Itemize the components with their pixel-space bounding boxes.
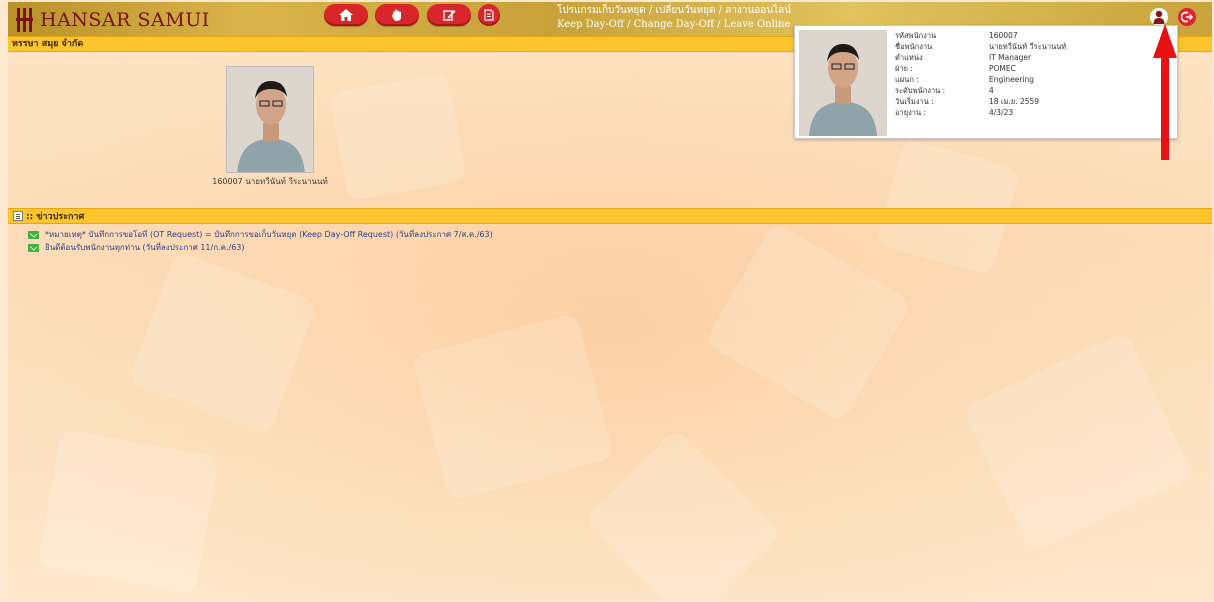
news-list: *หมายเหตุ* บันทึกการขอโอที (OT Request) … [28,228,493,254]
profile-label: ชื่อพนักงาน [895,42,933,51]
mail-icon [28,230,39,239]
profile-value: นายทวีนันท์ วีระนานนท์ [989,42,1067,51]
logo-text: HANSAR SAMUI [40,9,210,31]
profile-label: ฝ่าย : [895,64,913,73]
page: HANSAR SAMUI โปรแกรมเก็บวันหยุด / เปลี่ย… [8,2,1212,600]
nav-report-button[interactable] [478,4,500,26]
profile-row-employee-id: รหัสพนักงาน 160007 [895,30,1066,41]
document-icon [484,9,494,21]
profile-row-start-date: วันเริ่มงาน : 18 เม.ย. 2559 [895,96,1066,107]
profile-label: แผนก : [895,75,919,84]
employee-photo [226,66,314,173]
news-item-text[interactable]: *หมายเหตุ* บันทึกการขอโอที (OT Request) … [45,228,493,241]
news-header: :: ข่าวประกาศ [8,208,1212,224]
profile-label: อายุงาน : [895,108,927,117]
profile-value: 4/3/23 [989,108,1014,117]
nav-home-button[interactable] [324,4,368,26]
employee-caption: 160007 นายทวีนันท์ วีระนานนท์ [212,177,328,186]
profile-details: รหัสพนักงาน 160007 ชื่อพนักงาน นายทวีนันท์… [895,30,1066,118]
hand-icon [392,9,401,21]
logout-button[interactable] [1178,8,1196,26]
profile-value: POMEC [989,64,1016,73]
app-title-en: Keep Day-Off / Change Day-Off / Leave On… [557,19,791,30]
profile-label: วันเริ่มงาน : [895,97,934,106]
nav-day-off-button[interactable] [375,4,419,26]
profile-photo [799,30,887,136]
profile-label: รหัสพนักงาน [895,31,937,40]
company-name: หรรษา สมุย จำกัด [12,39,84,49]
profile-row-position: ตำแหน่ง IT Manager [895,52,1066,63]
logout-icon [1181,11,1193,23]
news-item-text[interactable]: ยินดีต้อนรับพนักงานทุกท่าน (วันที่ลงประก… [45,241,245,254]
app-title: โปรแกรมเก็บวันหยุด / เปลี่ยนวันหยุด / ลา… [557,4,801,32]
profile-row-division: ฝ่าย : POMEC [895,63,1066,74]
profile-value: Engineering [989,75,1034,84]
news-heading: :: ข่าวประกาศ [26,212,85,222]
profile-row-tenure: อายุงาน : 4/3/23 [895,107,1066,118]
user-icon [1153,10,1165,24]
logo[interactable]: HANSAR SAMUI [16,8,210,32]
profile-label: ตำแหน่ง [895,53,923,62]
mail-icon [28,243,39,252]
profile-row-level: ระดับพนักงาน : 4 [895,85,1066,96]
app-title-th: โปรแกรมเก็บวันหยุด / เปลี่ยนวันหยุด / ลา… [557,5,792,16]
news-item[interactable]: *หมายเหตุ* บันทึกการขอโอที (OT Request) … [28,228,493,241]
home-icon [339,9,353,21]
edit-icon [442,10,455,21]
profile-value: 4 [989,86,994,95]
profile-value: 160007 [989,31,1018,40]
profile-row-name: ชื่อพนักงาน นายทวีนันท์ วีระนานนท์ [895,41,1066,52]
profile-value: 18 เม.ย. 2559 [989,97,1040,106]
annotation-arrow-icon [1153,24,1177,160]
profile-value: IT Manager [989,53,1032,62]
profile-popup: รหัสพนักงาน 160007 ชื่อพนักงาน นายทวีนันท์… [794,25,1178,139]
news-list-icon [13,211,23,221]
news-item[interactable]: ยินดีต้อนรับพนักงานทุกท่าน (วันที่ลงประก… [28,241,493,254]
profile-row-department: แผนก : Engineering [895,74,1066,85]
nav-leave-button[interactable] [427,4,471,26]
profile-label: ระดับพนักงาน : [895,86,946,95]
logo-mark-icon [16,8,34,32]
